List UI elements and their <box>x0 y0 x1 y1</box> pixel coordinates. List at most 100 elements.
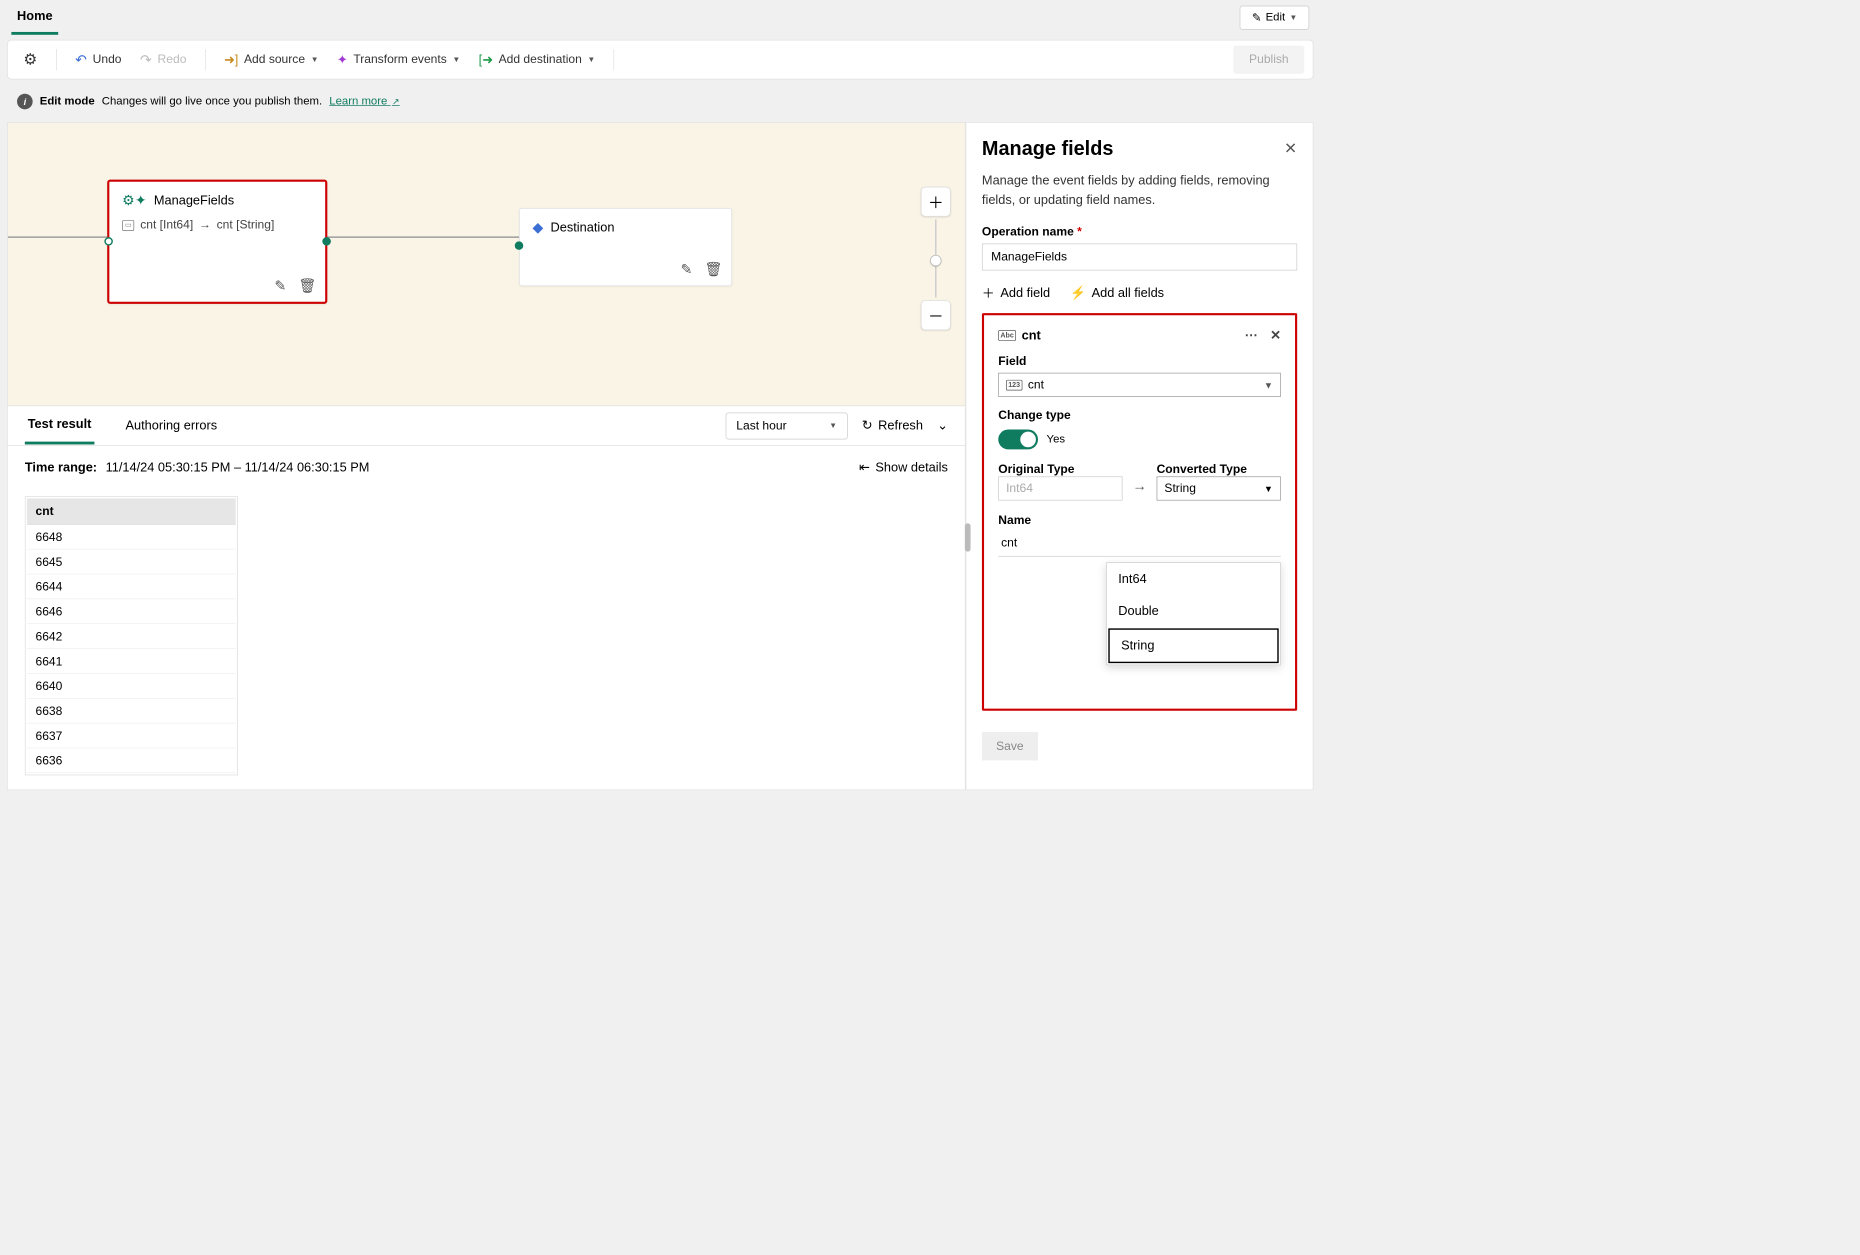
table-cell: 6645 <box>27 551 236 574</box>
arrow-icon: → <box>199 218 211 232</box>
close-panel-button[interactable]: ✕ <box>1284 139 1297 157</box>
external-link-icon: ↗ <box>392 96 400 107</box>
info-title: Edit mode <box>40 95 95 108</box>
refresh-button[interactable]: ↻ Refresh <box>862 418 923 433</box>
table-cell: 6646 <box>27 601 236 624</box>
change-type-label: Change type <box>998 408 1281 422</box>
refresh-icon: ↻ <box>862 418 873 433</box>
operation-name-input[interactable] <box>982 244 1297 271</box>
field-label: Field <box>998 354 1281 368</box>
save-button[interactable]: Save <box>982 732 1038 760</box>
table-cell: 6638 <box>27 700 236 723</box>
add-source-button[interactable]: ➜] Add source ▼ <box>217 48 326 71</box>
table-cell: 6642 <box>27 626 236 649</box>
tab-authoring-errors[interactable]: Authoring errors <box>123 408 220 443</box>
tab-test-result[interactable]: Test result <box>25 407 94 445</box>
expand-chevron[interactable]: ⌄ <box>937 418 948 433</box>
toggle-knob <box>1020 432 1036 448</box>
destination-node-icon: ◆ <box>533 219 544 237</box>
converted-type-select[interactable]: String ▼ <box>1157 476 1281 500</box>
input-port[interactable] <box>515 241 524 250</box>
field-select[interactable]: 123 cnt ▼ <box>998 373 1281 397</box>
time-range-value: Last hour <box>736 419 786 433</box>
zoom-thumb[interactable] <box>930 255 941 266</box>
source-icon: ➜] <box>224 52 238 67</box>
lightning-icon: ⚡ <box>1070 285 1086 300</box>
transform-icon: ✦ <box>337 52 348 67</box>
publish-button[interactable]: Publish <box>1233 45 1304 73</box>
panel-title: Manage fields <box>982 137 1284 160</box>
table-row: 6644 <box>27 576 236 599</box>
toggle-label: Yes <box>1047 433 1066 446</box>
more-button[interactable]: ⋯ <box>1245 328 1258 343</box>
converted-type-label: Converted Type <box>1157 462 1281 476</box>
canvas[interactable]: ⚙✦ ManageFields ▭ cnt [Int64] → cnt [Str… <box>7 122 966 406</box>
zoom-slider[interactable] <box>935 219 936 297</box>
scrollbar[interactable] <box>965 523 971 551</box>
dropdown-option-double[interactable]: Double <box>1107 595 1280 627</box>
show-details-label: Show details <box>875 460 947 475</box>
panel-description: Manage the event fields by adding fields… <box>982 171 1297 209</box>
edit-node-button[interactable]: ✎ <box>677 260 695 278</box>
output-port[interactable] <box>322 237 331 246</box>
settings-button[interactable]: ⚙ <box>16 46 44 73</box>
delete-node-button[interactable]: 🗑 <box>704 260 722 278</box>
dropdown-option-int64[interactable]: Int64 <box>1107 563 1280 595</box>
undo-button[interactable]: ↶ Undo <box>68 47 129 73</box>
pencil-icon: ✎ <box>1252 10 1262 24</box>
gear-icon: ⚙ <box>23 50 37 68</box>
add-destination-button[interactable]: [➜ Add destination ▼ <box>472 48 603 71</box>
time-range-label: Time range: <box>25 460 97 475</box>
node-manage-fields[interactable]: ⚙✦ ManageFields ▭ cnt [Int64] → cnt [Str… <box>107 180 327 304</box>
converted-type-value: String <box>1164 481 1196 495</box>
zoom-out-button[interactable]: － <box>921 300 951 330</box>
transform-button[interactable]: ✦ Transform events ▼ <box>330 48 467 71</box>
separator <box>614 49 615 70</box>
table-row: 6641 <box>27 650 236 673</box>
show-details-button[interactable]: ⇤ Show details <box>859 460 948 475</box>
add-all-fields-button[interactable]: ⚡ Add all fields <box>1070 283 1164 301</box>
edit-node-button[interactable]: ✎ <box>271 276 289 294</box>
chevron-down-icon: ▼ <box>587 55 595 64</box>
node-sub-left: cnt [Int64] <box>140 218 193 232</box>
change-type-toggle[interactable] <box>998 430 1038 450</box>
refresh-label: Refresh <box>878 418 923 433</box>
table-row: 6648 <box>27 526 236 549</box>
learn-more-link[interactable]: Learn more ↗ <box>329 95 399 108</box>
name-field-input[interactable] <box>998 530 1281 556</box>
chevron-down-icon: ▼ <box>1264 483 1273 494</box>
info-icon: i <box>17 94 33 110</box>
type-123-icon: 123 <box>1006 379 1022 390</box>
redo-button[interactable]: ↷ Redo <box>133 47 194 73</box>
add-field-button[interactable]: ＋ Add field <box>982 283 1050 301</box>
delete-node-button[interactable]: 🗑 <box>298 276 316 294</box>
node-destination[interactable]: ◆ Destination ✎ 🗑 <box>519 208 732 286</box>
add-all-label: Add all fields <box>1092 285 1164 300</box>
original-type-label: Original Type <box>998 462 1122 476</box>
operation-name-label: Operation name * <box>982 225 1297 239</box>
field-select-value: cnt <box>1028 378 1044 392</box>
chevron-down-icon: ▼ <box>452 55 460 64</box>
edit-label: Edit <box>1266 11 1286 24</box>
arrow-icon: → <box>1132 479 1146 501</box>
name-field-label: Name <box>998 513 1281 527</box>
close-card-button[interactable]: ✕ <box>1270 328 1281 343</box>
table-cell: 6640 <box>27 675 236 698</box>
tab-home[interactable]: Home <box>11 0 58 35</box>
redo-label: Redo <box>158 53 187 67</box>
node-sub-right: cnt [String] <box>217 218 275 232</box>
edit-button[interactable]: ✎ Edit ▼ <box>1240 5 1309 29</box>
node-title: Destination <box>551 220 615 235</box>
time-range-select[interactable]: Last hour ▼ <box>726 412 848 439</box>
field-card-title: cnt <box>1022 328 1041 343</box>
undo-icon: ↶ <box>75 51 87 69</box>
zoom-in-button[interactable]: ＋ <box>921 187 951 217</box>
column-header[interactable]: cnt <box>27 498 236 524</box>
dropdown-option-string[interactable]: String <box>1108 628 1278 663</box>
table-cell: 6648 <box>27 526 236 549</box>
input-port[interactable] <box>104 237 113 246</box>
destination-icon: [➜ <box>479 52 493 67</box>
table-row: 6637 <box>27 725 236 748</box>
undo-label: Undo <box>93 53 122 67</box>
field-icon: ▭ <box>122 220 134 231</box>
